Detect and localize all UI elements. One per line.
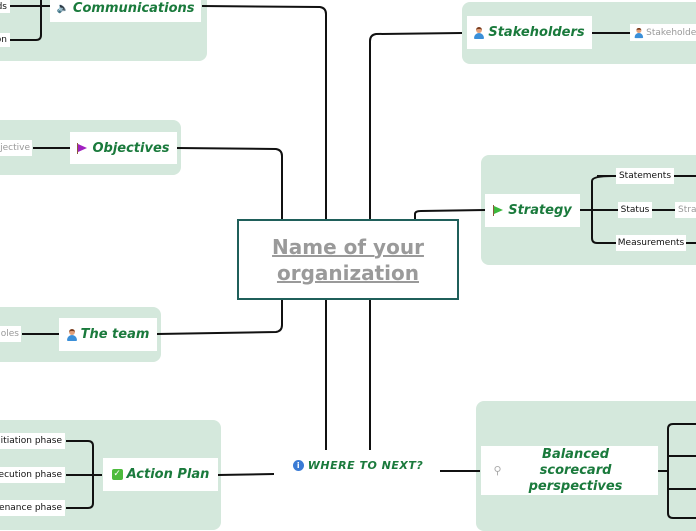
- speaker-icon: 🔈: [56, 2, 69, 14]
- subtopic-label: jective: [0, 143, 30, 153]
- subtopic-maintenance[interactable]: ntenance phase: [0, 500, 65, 516]
- subtopic-roles[interactable]: oles: [0, 326, 21, 342]
- topic-label: WHERE TO NEXT?: [307, 458, 424, 472]
- subtopic-label: Statements: [618, 171, 672, 181]
- subtopic-objective[interactable]: jective: [0, 140, 32, 156]
- topic-action-plan[interactable]: ✓ Action Plan: [103, 458, 218, 491]
- line-objectives: [176, 147, 283, 219]
- subtopic-label: ds: [0, 1, 7, 12]
- subtopic-label: on: [0, 35, 7, 45]
- info-icon: i: [292, 459, 304, 471]
- line-communications: [201, 5, 327, 219]
- topic-label: Objectives: [92, 140, 170, 156]
- subtopic-comm-1[interactable]: ds: [0, 0, 10, 13]
- magnifier-icon: ⚲: [493, 464, 502, 477]
- topic-label: Stakeholders: [488, 25, 585, 40]
- subtopic-label: ntenance phase: [0, 503, 62, 513]
- person-icon: [474, 26, 485, 39]
- line-action-plan: [217, 473, 275, 476]
- topic-label: Balanced scorecard perspectives: [528, 446, 623, 494]
- subtopic-status[interactable]: Status: [618, 202, 652, 218]
- topic-label: Action Plan: [126, 467, 210, 482]
- flag-icon: [493, 205, 504, 216]
- subtopic-label: xecution phase: [0, 470, 62, 480]
- person-icon: [66, 328, 77, 341]
- subtopic-label: oles: [0, 329, 19, 339]
- topic-label: Strategy: [508, 203, 572, 218]
- line-strategy: [414, 209, 486, 219]
- check-icon: ✓: [111, 469, 123, 480]
- subtopic-statements[interactable]: Statements: [616, 168, 674, 184]
- line-bal-bracket: [667, 423, 696, 519]
- line-team: [156, 300, 283, 335]
- central-title: Name of your organization: [272, 234, 424, 285]
- subtopic-label: Stakeholder: [646, 27, 696, 38]
- subtopic-label: Measurements: [617, 238, 685, 248]
- subtopic-label: Initiation phase: [0, 436, 62, 446]
- line-stakeholders: [369, 32, 463, 219]
- subtopic-measurements[interactable]: Measurements: [616, 235, 686, 251]
- subtopic-comm-2[interactable]: on: [0, 33, 10, 47]
- flag-icon: [77, 142, 88, 154]
- subtopic-execution[interactable]: xecution phase: [0, 467, 65, 483]
- topic-communications[interactable]: 🔈 Communications: [50, 0, 201, 22]
- topic-objectives[interactable]: Objectives: [70, 132, 177, 164]
- topic-balanced-scorecard[interactable]: ⚲ Balanced scorecard perspectives: [481, 446, 658, 495]
- person-icon: [634, 27, 644, 38]
- topic-strategy[interactable]: Strategy: [485, 194, 580, 227]
- subtopic-label: Status: [620, 205, 650, 215]
- central-topic[interactable]: Name of your organization: [237, 219, 459, 300]
- topic-where-next[interactable]: i WHERE TO NEXT?: [278, 455, 438, 475]
- subtopic-initiation[interactable]: Initiation phase: [0, 433, 65, 449]
- subtopic-status-child[interactable]: Stra: [675, 202, 696, 218]
- topic-label: Communications: [72, 0, 195, 16]
- subtopic-stakeholder[interactable]: Stakeholder: [630, 24, 696, 41]
- topic-team[interactable]: The team: [59, 318, 157, 351]
- topic-stakeholders[interactable]: Stakeholders: [467, 16, 592, 49]
- topic-label: The team: [80, 327, 150, 342]
- subtopic-label: Stra: [678, 205, 696, 215]
